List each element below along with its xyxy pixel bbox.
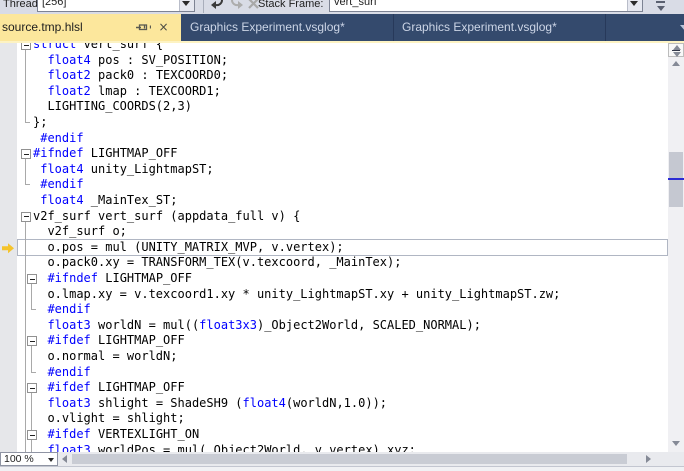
vertical-scrollbar[interactable] (668, 43, 684, 452)
zoom-level-select[interactable]: 100 % (0, 452, 58, 466)
scroll-left-arrow-icon[interactable] (62, 455, 67, 463)
code-line-9[interactable]: float4 unity_LightmapST; (40, 162, 213, 178)
code-line-12[interactable]: v2f_surf vert_surf (appdata_full v) { (33, 209, 300, 225)
code-line-7[interactable]: #endif (40, 131, 83, 147)
scrollbar-caret-marker (668, 178, 684, 180)
code-line-21[interactable]: o.normal = worldN; (47, 349, 177, 365)
scroll-down-arrow-icon[interactable] (672, 441, 680, 446)
code-line-6[interactable]: }; (33, 115, 47, 131)
code-lines: struct vert_surf {float4 pos : SV_POSITI… (0, 43, 668, 452)
scroll-right-arrow-icon[interactable] (646, 455, 651, 463)
stack-frame-combobox[interactable]: vert_surf (329, 0, 643, 12)
tab-source-tmp-hlsl[interactable]: source.tmp.hlsl × (0, 14, 181, 41)
stack-frame-value: vert_surf (334, 0, 377, 8)
collapse-region-toggle[interactable] (27, 383, 37, 394)
thread-combobox[interactable]: [256] (37, 0, 195, 12)
thread-value: [256] (42, 0, 67, 8)
minus-icon (29, 340, 35, 342)
toolbar-overflow-button[interactable] (654, 0, 668, 14)
code-line-26[interactable]: #ifdef VERTEXLIGHT_ON (47, 427, 199, 443)
code-line-13[interactable]: v2f_surf o; (47, 224, 126, 240)
minus-icon (29, 278, 35, 280)
tab-title: Graphics Experiment.vsglog* (402, 20, 557, 34)
tab-title: source.tmp.hlsl (2, 20, 83, 34)
code-line-20[interactable]: #ifdef LIGHTMAP_OFF (47, 333, 184, 349)
code-line-3[interactable]: float2 pack0 : TEXCOORD0; (47, 68, 228, 84)
horizontal-scroll-thumb[interactable] (72, 454, 627, 464)
window-bottom-strip (0, 466, 684, 471)
collapse-region-toggle[interactable] (21, 211, 31, 222)
editor-splitter-handle[interactable] (668, 43, 684, 57)
code-line-25[interactable]: o.vlight = shlight; (47, 411, 184, 427)
close-icon[interactable]: × (155, 19, 172, 36)
minus-icon (29, 387, 35, 389)
code-line-17[interactable]: o.lmap.xy = v.texcoord1.xy * unity_Light… (47, 287, 560, 303)
chevron-down-icon (630, 1, 638, 6)
pin-icon[interactable] (135, 19, 152, 36)
minus-icon (29, 434, 35, 436)
tab-graphics-experiment-2[interactable]: Graphics Experiment.vsglog* (394, 14, 606, 41)
stack-frame-label: Stack Frame: (258, 0, 324, 10)
collapse-region-toggle[interactable] (27, 336, 37, 347)
code-line-10[interactable]: #endif (40, 177, 83, 193)
navigate-frame-forward-icon[interactable] (228, 0, 244, 12)
chevron-down-icon (48, 458, 54, 462)
chevron-down-icon (182, 1, 190, 6)
toolbar-separator (203, 0, 204, 13)
code-line-5[interactable]: LIGHTING_COORDS(2,3) (47, 99, 192, 115)
outline-guide (25, 221, 26, 452)
code-line-23[interactable]: #ifdef LIGHTMAP_OFF (47, 380, 184, 396)
code-line-11[interactable]: float4 _MainTex_ST; (40, 193, 177, 209)
outline-guide (31, 284, 36, 311)
code-editor[interactable]: struct vert_surf {float4 pos : SV_POSITI… (0, 43, 684, 452)
editor-bottom-bar: 100 % (0, 452, 684, 466)
code-line-14[interactable]: o.pos = mul (UNITY_MATRIX_MVP, v.vertex)… (47, 240, 343, 256)
outline-guide (25, 50, 30, 123)
code-line-2[interactable]: float4 pos : SV_POSITION; (47, 53, 228, 69)
minus-icon (23, 44, 29, 46)
navigate-frame-back-icon[interactable] (210, 0, 226, 12)
collapse-region-toggle[interactable] (21, 149, 31, 160)
outline-guide (31, 440, 32, 452)
code-line-16[interactable]: #ifndef LIGHTMAP_OFF (47, 271, 192, 287)
chevron-down-icon (657, 6, 665, 11)
code-line-15[interactable]: o.pack0.xy = TRANSFORM_TEX(v.texcoord, _… (47, 255, 401, 271)
chevron-down-icon (680, 25, 684, 31)
code-line-8[interactable]: #ifndef LIGHTMAP_OFF (33, 146, 178, 162)
outline-guide (25, 159, 30, 186)
horizontal-scrollbar[interactable] (60, 452, 662, 466)
tab-title: Graphics Experiment.vsglog* (190, 20, 345, 34)
zoom-level-value: 100 % (4, 453, 34, 465)
current-statement-arrow-icon (2, 243, 14, 254)
minus-icon (23, 216, 29, 218)
outline-guide (31, 346, 36, 373)
code-line-19[interactable]: float3 worldN = mul((float3x3)_Object2Wo… (47, 318, 481, 334)
collapse-region-toggle[interactable] (27, 274, 37, 284)
tab-graphics-experiment-1[interactable]: Graphics Experiment.vsglog* (182, 14, 394, 41)
code-line-4[interactable]: float2 lmap : TEXCOORD1; (47, 84, 220, 100)
code-line-24[interactable]: float3 shlight = ShadeSH9 (float4(worldN… (47, 396, 387, 412)
collapse-region-toggle[interactable] (21, 43, 31, 50)
shader-debugger-window: Thread: [256] Stack Frame: vert_surf sou… (0, 0, 684, 471)
scroll-up-arrow-icon[interactable] (672, 61, 680, 66)
collapse-region-toggle[interactable] (27, 430, 37, 440)
minus-icon (23, 153, 29, 155)
code-line-18[interactable]: #endif (47, 302, 90, 318)
code-line-22[interactable]: #endif (47, 365, 90, 381)
thread-label: Thread: (3, 0, 41, 10)
document-tab-bar: source.tmp.hlsl × Graphics Experiment.vs… (0, 14, 684, 41)
debug-location-toolbar: Thread: [256] Stack Frame: vert_surf (0, 0, 684, 14)
code-line-1[interactable]: struct vert_surf { (33, 43, 163, 53)
code-line-27[interactable]: float3 worldPos = mul(_Object2World, v.v… (47, 443, 415, 452)
